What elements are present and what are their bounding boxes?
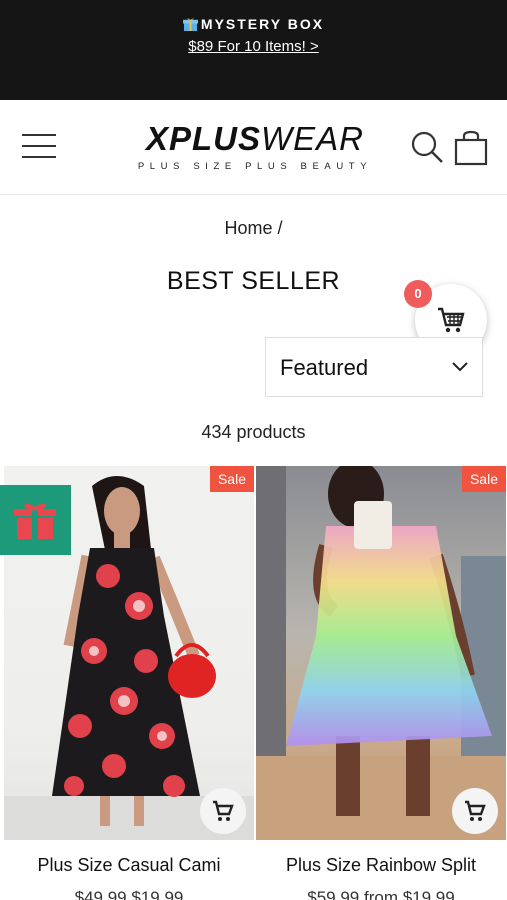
logo-bold: XPLUS (145, 120, 262, 157)
bag-icon[interactable] (454, 130, 488, 166)
promo-bar: MYSTERY BOX $89 For 10 Items! > (0, 0, 507, 100)
menu-icon[interactable] (22, 134, 56, 160)
sort-selected-value: Featured (280, 355, 369, 380)
logo[interactable]: XPLUSWEAR PLUS SIZE PLUS BEAUTY (125, 120, 385, 172)
product-title[interactable]: Plus Size Rainbow Split (256, 855, 506, 876)
gift-icon (182, 18, 198, 31)
logo-tagline: PLUS SIZE PLUS BEAUTY (137, 161, 373, 172)
product-title[interactable]: Plus Size Casual Cami (4, 855, 254, 876)
site-header: XPLUSWEAR PLUS SIZE PLUS BEAUTY (0, 100, 507, 195)
cart-icon (438, 307, 465, 333)
breadcrumb[interactable]: Home / (0, 218, 507, 239)
sale-badge: Sale (209, 466, 254, 492)
cart-icon (213, 800, 234, 821)
add-to-cart-button[interactable] (200, 788, 246, 834)
logo-thin: WEAR (261, 120, 365, 157)
product-card[interactable]: Sale (256, 466, 506, 840)
sale-badge: Sale (461, 466, 506, 492)
promo-link[interactable]: $89 For 10 Items! > (0, 38, 507, 55)
gift-tab[interactable] (0, 485, 71, 555)
search-icon[interactable] (410, 130, 444, 164)
product-price: $49.99 $19.99 (74, 888, 184, 900)
cart-count-badge: 0 (404, 280, 432, 308)
cart-icon (465, 800, 486, 821)
add-to-cart-button[interactable] (452, 788, 498, 834)
product-price: $59.99 from $19.99 (307, 888, 455, 900)
product-image[interactable] (256, 466, 506, 840)
product-count: 434 products (201, 422, 306, 442)
gift-icon (14, 503, 56, 539)
promo-title-text: MYSTERY BOX (200, 16, 325, 32)
promo-title: MYSTERY BOX (0, 16, 507, 32)
sort-select[interactable]: Featured (265, 337, 483, 397)
chevron-down-icon (452, 362, 468, 372)
